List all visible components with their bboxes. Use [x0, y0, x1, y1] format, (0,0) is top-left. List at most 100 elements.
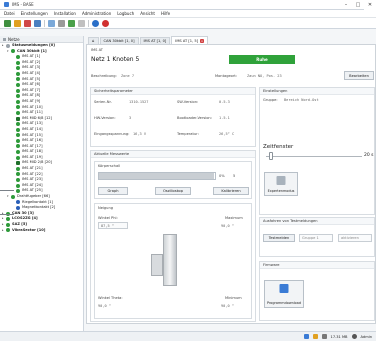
test-message-label: Testmelden [268, 236, 290, 240]
tilt-group: Neigung Winkel Phi: 87,5 ° Maximum 90,0 … [94, 203, 252, 319]
tab-1[interactable]: CAN 30kbit [1, 0] [99, 37, 139, 44]
minimize-button[interactable]: – [340, 0, 352, 10]
warning-icon [312, 334, 318, 339]
bootloader-value: 1.5.1 [219, 116, 230, 120]
bootloader-label: Bootloader-Version: [177, 116, 212, 120]
network-icon [303, 334, 309, 339]
measurements-title: Aktuelle Messwerte [91, 151, 255, 158]
expert-icon [276, 176, 286, 185]
edit-button[interactable]: Bearbeiten [344, 71, 374, 80]
device-status-icon [16, 116, 20, 121]
firmware-panel: Firmware Programmdownload [259, 261, 375, 321]
calibrate-label: Kalibrieren [221, 189, 241, 193]
phi-label: Winkel Phi: [98, 216, 118, 220]
stop-icon[interactable] [102, 19, 109, 27]
description-label: Beschreibung: [91, 74, 117, 78]
menu-installation[interactable]: Installation [54, 11, 76, 16]
network-tree-panel: Netze ▸ Statusmeldungen [0] ▾ CAN 30kbit [1… [0, 36, 84, 336]
device-status-icon [16, 82, 20, 87]
firmware-title: Firmware [260, 262, 374, 269]
divider-line [0, 214, 14, 215]
device-title: Netz 1 Knoten 5 [91, 56, 140, 63]
oscilloscope-label: Oszilloskop [162, 189, 184, 193]
device-detail-panel: IMS AT Netz 1 Knoten 5 Ruhe Beschreibung… [86, 44, 376, 324]
group-select-value: Gruppe 1 [302, 236, 319, 240]
voltage-value: 16,3 V [133, 132, 146, 136]
tab-bar: ⌂ CAN 30kbit [1, 0] IMS AT [1, 0] IMS AT… [86, 36, 376, 44]
temperature-label: Temperatur: [177, 132, 199, 136]
time-window-slider-track[interactable] [266, 156, 362, 157]
serial-label: Serien-Nr. [94, 100, 112, 104]
expand-icon[interactable]: ▸ [2, 43, 5, 49]
time-window-label: Zeitfenster [263, 144, 294, 150]
measurements-panel: Aktuelle Messwerte Körperschall 0% 5 Gra… [90, 150, 256, 322]
toolbar-separator [44, 19, 45, 27]
maximize-button[interactable]: □ [352, 0, 364, 10]
device-status-icon [11, 49, 15, 54]
status-bar: 17.31 MB Admin [0, 331, 376, 341]
phi-field: 87,5 ° [98, 222, 128, 229]
device-status-icon [16, 189, 20, 194]
menu-hilfe[interactable]: Hilfe [161, 11, 170, 16]
menu-einstellungen[interactable]: Einstellungen [21, 11, 48, 16]
settings-icon[interactable] [34, 19, 41, 27]
expert-mode-button[interactable]: Expertenmodus [264, 172, 298, 196]
expert-mode-label: Expertenmodus [267, 189, 295, 193]
device-status-icon [6, 43, 10, 48]
tree-icon [3, 37, 6, 41]
device-type: IMS AT [91, 48, 103, 52]
program-download-button[interactable]: Programmdownload [264, 280, 304, 308]
folder-icon[interactable] [14, 19, 21, 27]
calibrate-button[interactable]: Kalibrieren [213, 187, 249, 195]
print-icon[interactable] [78, 19, 85, 27]
tab-3-active[interactable]: IMS AT [1, 5] x [171, 36, 209, 44]
menu-logbuch[interactable]: Logbuch [117, 11, 134, 16]
theta-value: 90,0 ° [98, 304, 111, 308]
group-value: Bereich Nord-Ost [284, 98, 319, 102]
device-status-icon [11, 194, 15, 199]
connect-icon[interactable] [4, 19, 11, 27]
tilt-label: Neigung [98, 206, 114, 210]
graph-button[interactable]: Graph [98, 187, 128, 195]
hw-version-label: HW-Version: [94, 116, 116, 120]
tree-item[interactable]: ▸ VibraSector [10] [0, 228, 83, 234]
expand-icon[interactable]: ▾ [7, 194, 10, 200]
device-status-icon [16, 144, 20, 149]
group-select[interactable]: Gruppe 1 [299, 234, 333, 242]
grid-icon[interactable] [58, 19, 65, 27]
alarm-icon[interactable] [24, 19, 31, 27]
map-icon[interactable] [68, 19, 75, 27]
menu-datei[interactable]: Datei [4, 11, 15, 16]
test-message-button[interactable]: Testmelden [263, 234, 295, 242]
toolbar [0, 18, 376, 29]
action-select[interactable]: aktivieren [338, 234, 372, 242]
toolbar-separator [88, 19, 89, 27]
help-icon[interactable] [92, 19, 99, 27]
time-window-value: 20 s [364, 153, 374, 158]
description-value: Zone 7 [121, 74, 134, 78]
theta-label: Winkel Theta: [98, 296, 123, 300]
list-icon[interactable] [48, 19, 55, 27]
disk-icon [321, 334, 327, 339]
close-button[interactable]: ✕ [364, 0, 376, 10]
close-tab-icon[interactable]: x [200, 38, 205, 43]
status-badge: Ruhe [229, 55, 295, 64]
time-window-slider-thumb[interactable] [268, 152, 273, 160]
device-status-icon [16, 88, 20, 93]
device-status-icon [16, 71, 20, 76]
oscilloscope-button[interactable]: Oszilloskop [155, 187, 191, 195]
expand-icon[interactable]: ▸ [2, 228, 5, 234]
device-status-icon [16, 206, 20, 211]
structure-borne-sound-label: Körperschall [98, 164, 121, 168]
minimum-label: Minimum [225, 296, 242, 300]
sensor-bracket [151, 254, 163, 276]
minimum-value: 90,0 ° [221, 304, 234, 308]
menu-ansicht[interactable]: Ansicht [140, 11, 155, 16]
sound-level-count: 5 [233, 174, 236, 178]
tab-2[interactable]: IMS AT [1, 0] [139, 37, 171, 44]
menu-administration[interactable]: Administration [82, 11, 111, 16]
application-window: IMS - BASE – □ ✕ Datei Einstellungen Ins… [0, 0, 376, 341]
location-value: Zaun NO, Pos. 23 [247, 74, 282, 78]
home-tab[interactable]: ⌂ [88, 37, 99, 44]
expand-icon[interactable]: ▾ [7, 49, 10, 55]
